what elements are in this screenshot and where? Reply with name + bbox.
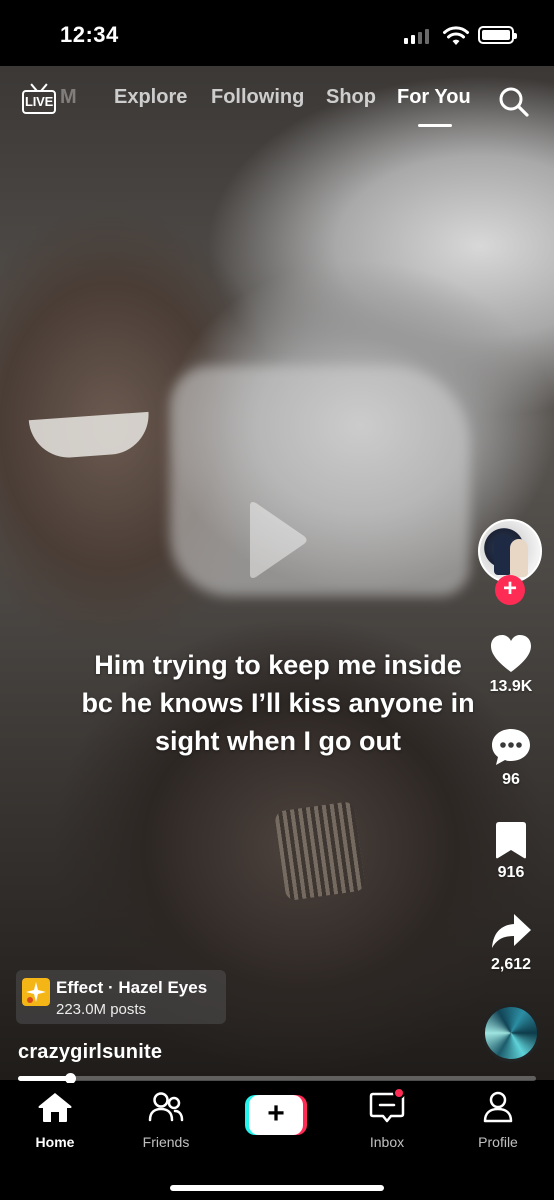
live-label: LIVE xyxy=(25,94,54,109)
tab-faded[interactable]: M xyxy=(60,86,77,109)
like-count: 13.9K xyxy=(489,678,533,695)
creator-avatar-group: + xyxy=(478,519,544,605)
tab-explore[interactable]: Explore xyxy=(114,86,187,109)
like-button[interactable]: 13.9K xyxy=(471,634,551,696)
video-progress-bar[interactable] xyxy=(18,1073,536,1084)
effect-chip[interactable]: Effect · Hazel Eyes 223.0M posts xyxy=(16,970,226,1024)
heart-icon xyxy=(491,635,531,672)
music-disc-icon[interactable] xyxy=(482,1004,540,1062)
creator-username[interactable]: crazygirlsunite xyxy=(18,1041,162,1064)
video-frame-detail xyxy=(28,411,152,461)
comment-icon xyxy=(492,729,530,765)
nav-home-label: Home xyxy=(35,1134,75,1150)
bookmark-icon xyxy=(496,822,526,859)
home-indicator xyxy=(170,1185,384,1191)
status-time: 12:34 xyxy=(60,22,119,47)
nav-home[interactable]: Home xyxy=(10,1091,100,1150)
status-bar: 12:34 xyxy=(0,0,554,66)
nav-inbox-label: Inbox xyxy=(369,1134,405,1150)
live-tv-icon[interactable]: LIVE xyxy=(22,82,58,114)
comment-button[interactable]: 96 xyxy=(471,727,551,789)
plus-icon: + xyxy=(249,1095,303,1135)
video-frame-detail xyxy=(170,366,470,596)
active-tab-indicator xyxy=(418,124,452,127)
play-icon[interactable] xyxy=(246,500,310,580)
nav-inbox[interactable]: Inbox xyxy=(342,1087,432,1150)
cellular-signal-icon xyxy=(404,28,429,44)
friends-icon xyxy=(148,1092,184,1122)
nav-friends-label: Friends xyxy=(142,1134,190,1150)
effect-sparkle-icon xyxy=(22,978,50,1006)
home-icon xyxy=(38,1093,72,1122)
top-nav: LIVE M Explore Following Shop For You xyxy=(0,66,554,136)
profile-icon xyxy=(483,1091,513,1123)
save-count: 916 xyxy=(497,864,525,881)
nav-profile[interactable]: Profile xyxy=(453,1091,543,1150)
comment-count: 96 xyxy=(502,771,520,788)
share-count: 2,612 xyxy=(490,956,532,973)
video-caption: Him trying to keep me inside bc he knows… xyxy=(81,650,475,756)
nav-profile-label: Profile xyxy=(478,1134,518,1150)
search-icon[interactable] xyxy=(498,86,530,118)
plus-icon: + xyxy=(502,575,517,602)
avatar[interactable] xyxy=(478,519,542,583)
create-button[interactable]: + xyxy=(245,1095,307,1135)
tab-for-you[interactable]: For You xyxy=(397,86,471,109)
follow-button[interactable]: + xyxy=(495,575,525,605)
inbox-notification-badge xyxy=(393,1087,405,1099)
wifi-icon xyxy=(443,26,469,45)
tab-following[interactable]: Following xyxy=(211,86,304,109)
effect-title: Effect · Hazel Eyes xyxy=(56,978,208,997)
bottom-nav: Home Friends + Inbox Profile xyxy=(0,1083,554,1200)
share-arrow-icon xyxy=(492,914,531,948)
effect-post-count: 223.0M posts xyxy=(56,1001,147,1018)
battery-icon xyxy=(478,26,517,44)
progress-fill xyxy=(18,1076,70,1081)
save-button[interactable]: 916 xyxy=(471,820,551,882)
tab-shop[interactable]: Shop xyxy=(326,86,376,109)
video-frame-detail xyxy=(274,800,366,902)
nav-friends[interactable]: Friends xyxy=(121,1091,211,1150)
share-button[interactable]: 2,612 xyxy=(471,912,551,974)
